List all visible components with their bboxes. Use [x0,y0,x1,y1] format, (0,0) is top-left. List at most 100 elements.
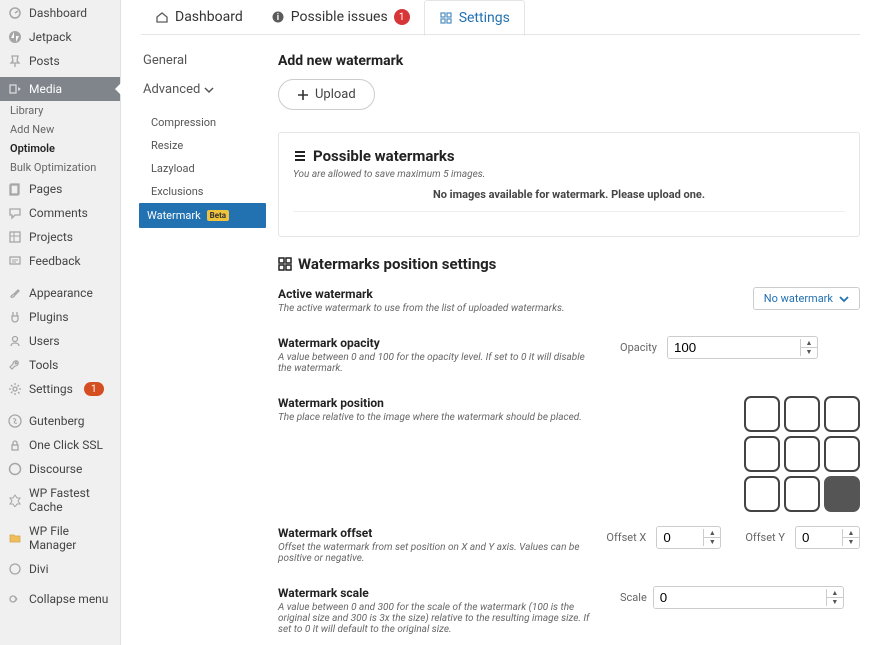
scale-spinner[interactable]: ▲▼ [826,589,843,606]
sidebar-item-comments[interactable]: Comments [0,201,120,225]
pos-s[interactable] [784,476,820,512]
pos-nw[interactable] [744,396,780,432]
divi-icon [8,562,22,576]
add-watermark-heading: Add new watermark [278,53,860,69]
sidebar-sub-library[interactable]: Library [0,101,120,120]
sidebar-item-tools[interactable]: Tools [0,353,120,377]
active-watermark-label: Active watermark [278,287,373,301]
sidebar-item-label: Dashboard [29,6,87,20]
pos-se[interactable] [824,476,860,512]
grid-icon [439,11,453,25]
innernav-exclusions[interactable]: Exclusions [143,180,258,203]
sidebar-item-label: Divi [29,562,49,576]
offset-x-input[interactable] [657,527,703,548]
pos-n[interactable] [784,396,820,432]
innernav-sub-label: Watermark [147,209,201,222]
opacity-field-label: Opacity [620,341,657,354]
pos-sw[interactable] [744,476,780,512]
active-watermark-select[interactable]: No watermark [753,287,860,310]
settings-inner-nav: General Advanced Compression Resize Lazylo… [121,35,258,645]
tab-label: Settings [459,10,510,26]
innernav-watermark[interactable]: WatermarkBeta [139,203,266,228]
sidebar-sub-add-new[interactable]: Add New [0,120,120,139]
media-icon [8,82,22,96]
pw-empty-message: No images available for watermark. Pleas… [293,188,845,212]
sidebar-item-label: One Click SSL [29,438,103,452]
pos-ne[interactable] [824,396,860,432]
innernav-sub-label: Resize [151,139,183,152]
offset-hint: Offset the watermark from set position o… [278,542,586,564]
sidebar-item-label: Media [29,82,62,96]
sidebar-item-media[interactable]: Media [0,77,120,101]
sidebar-item-posts[interactable]: Posts [0,49,120,73]
sidebar-item-projects[interactable]: Projects [0,225,120,249]
sidebar-item-discourse[interactable]: Discourse [0,457,120,481]
offset-x-spinner[interactable]: ▲▼ [703,529,720,546]
sidebar-item-label: Discourse [29,462,82,476]
tab-dashboard[interactable]: Dashboard [141,0,257,34]
sidebar-item-collapse-menu[interactable]: Collapse menu [0,587,120,611]
user-icon [8,334,22,348]
list-icon [293,149,307,163]
sidebar-item-plugins[interactable]: Plugins [0,305,120,329]
tab-possible-issues[interactable]: iPossible issues1 [257,0,424,34]
position-label: Watermark position [278,396,384,410]
sidebar-item-settings[interactable]: Settings1 [0,377,120,401]
sidebar-item-users[interactable]: Users [0,329,120,353]
sidebar-item-label: Pages [29,182,62,196]
offset-y-spinner[interactable]: ▲▼ [842,529,859,546]
cache-icon [8,493,22,507]
active-watermark-hint: The active watermark to use from the lis… [278,303,733,314]
sidebar-sub-optimole[interactable]: Optimole [0,139,120,158]
pw-hint: You are allowed to save maximum 5 images… [293,169,845,180]
sidebar-item-divi[interactable]: Divi [0,557,120,581]
scale-field-label: Scale [620,591,647,604]
page-icon [8,182,22,196]
innernav-compression[interactable]: Compression [143,111,258,134]
innernav-advanced[interactable]: Advanced [143,82,258,97]
sidebar-item-wp-fastest-cache[interactable]: WP Fastest Cache [0,481,120,519]
sidebar-item-label: Feedback [29,254,81,268]
sidebar-item-gutenberg[interactable]: Gutenberg [0,409,120,433]
sidebar-item-one-click-ssl[interactable]: One Click SSL [0,433,120,457]
plugin-icon [8,310,22,324]
sidebar-item-feedback[interactable]: Feedback [0,249,120,273]
pos-e[interactable] [824,436,860,472]
tab-label: Possible issues [291,9,388,25]
opacity-input-wrap: ▲▼ [667,336,818,359]
sidebar-sub-bulk-optimization[interactable]: Bulk Optimization [0,158,120,177]
sidebar-item-label: Collapse menu [29,592,108,606]
dashboard-icon [8,6,22,20]
innernav-sub-label: Exclusions [151,185,203,198]
innernav-general[interactable]: General [143,53,258,68]
scale-input[interactable] [654,587,826,608]
sidebar-badge: 1 [84,382,104,396]
chevron-down-icon [839,294,849,304]
pin-icon [8,54,22,68]
opacity-spinner[interactable]: ▲▼ [800,339,817,356]
opacity-hint: A value between 0 and 100 for the opacit… [278,352,600,374]
innernav-resize[interactable]: Resize [143,134,258,157]
tab-count-badge: 1 [394,9,410,25]
home-icon [155,10,169,24]
sidebar-item-dashboard[interactable]: Dashboard [0,1,120,25]
chevron-down-icon [204,85,214,95]
settings-content: Add new watermark Upload Possible waterm… [258,35,880,645]
sidebar-item-pages[interactable]: Pages [0,177,120,201]
sidebar-item-jetpack[interactable]: Jetpack [0,25,120,49]
gutenberg-icon [8,414,22,428]
opacity-input[interactable] [668,337,800,358]
offset-y-input[interactable] [796,527,842,548]
sidebar-item-label: Posts [29,54,60,68]
sidebar-item-appearance[interactable]: Appearance [0,281,120,305]
upload-button[interactable]: Upload [278,79,375,110]
innernav-lazyload[interactable]: Lazyload [143,157,258,180]
pos-c[interactable] [784,436,820,472]
pos-w[interactable] [744,436,780,472]
discourse-icon [8,462,22,476]
sidebar-item-wp-file-manager[interactable]: WP File Manager [0,519,120,557]
gear-icon [8,382,22,396]
innernav-sub-label: Lazyload [151,162,195,175]
tab-settings[interactable]: Settings [424,0,525,36]
wp-admin-sidebar: Dashboard Jetpack Posts Media LibraryAdd New… [0,0,121,645]
